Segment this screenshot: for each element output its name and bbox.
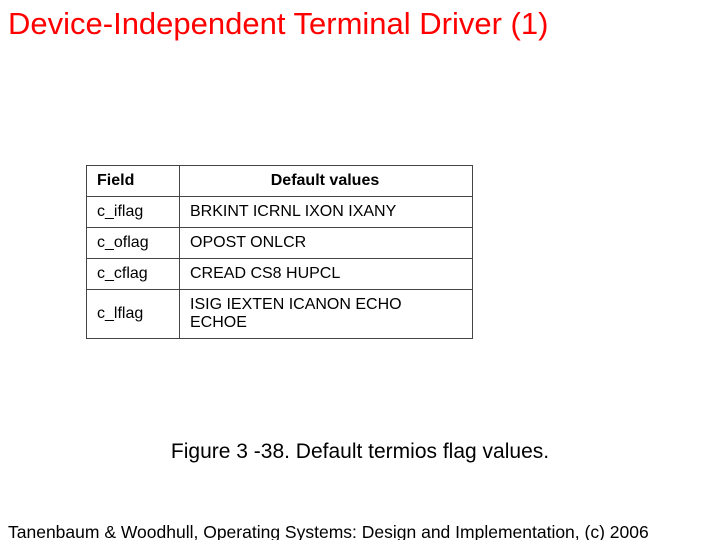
cell-values: BRKINT ICRNL IXON IXANY xyxy=(180,197,473,228)
table-row: c_oflag OPOST ONLCR xyxy=(87,228,473,259)
footer-citation: Tanenbaum & Woodhull, Operating Systems:… xyxy=(8,522,720,540)
cell-values: CREAD CS8 HUPCL xyxy=(180,259,473,290)
termios-table: Field Default values c_iflag BRKINT ICRN… xyxy=(86,165,473,339)
table-row: c_iflag BRKINT ICRNL IXON IXANY xyxy=(87,197,473,228)
figure-caption: Figure 3 -38. Default termios flag value… xyxy=(0,440,720,464)
flag-table: Field Default values c_iflag BRKINT ICRN… xyxy=(86,165,473,339)
cell-field: c_lflag xyxy=(87,290,180,339)
cell-field: c_iflag xyxy=(87,197,180,228)
cell-values: ISIG IEXTEN ICANON ECHO ECHOE xyxy=(180,290,473,339)
cell-field: c_cflag xyxy=(87,259,180,290)
cell-values: OPOST ONLCR xyxy=(180,228,473,259)
header-values: Default values xyxy=(180,166,473,197)
table-row: c_cflag CREAD CS8 HUPCL xyxy=(87,259,473,290)
header-field: Field xyxy=(87,166,180,197)
cell-field: c_oflag xyxy=(87,228,180,259)
table-row: c_lflag ISIG IEXTEN ICANON ECHO ECHOE xyxy=(87,290,473,339)
table-header-row: Field Default values xyxy=(87,166,473,197)
page-title: Device-Independent Terminal Driver (1) xyxy=(0,0,720,42)
